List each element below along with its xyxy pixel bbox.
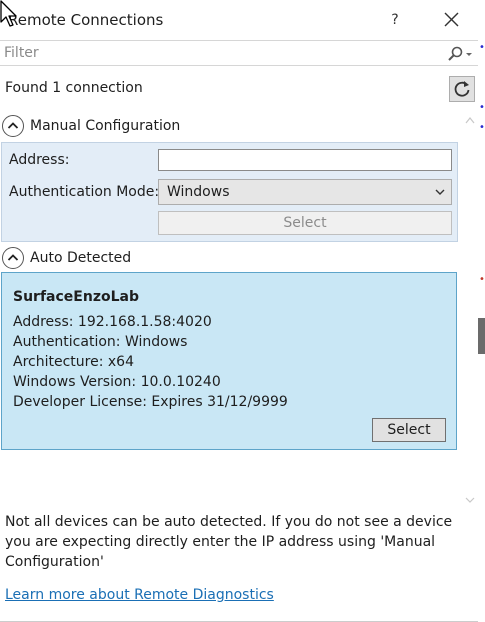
auto-detect-note: Not all devices can be auto detected. If… bbox=[5, 514, 453, 570]
learn-more-link[interactable]: Learn more about Remote Diagnostics bbox=[5, 587, 274, 603]
manual-config-panel: Address: Authentication Mode: Windows Se… bbox=[1, 142, 458, 242]
filter-input[interactable] bbox=[4, 43, 424, 63]
refresh-button[interactable] bbox=[449, 76, 475, 102]
manual-select-button[interactable]: Select bbox=[158, 211, 452, 235]
device-select-button[interactable]: Select bbox=[372, 418, 446, 442]
device-windows-version: Windows Version: 10.0.10240 bbox=[13, 374, 221, 390]
device-developer-license: Developer License: Expires 31/12/9999 bbox=[13, 394, 288, 410]
auth-mode-dropdown[interactable]: Windows bbox=[158, 179, 452, 205]
detected-device-card[interactable]: SurfaceEnzoLab Address: 192.168.1.58:402… bbox=[1, 272, 457, 450]
background-fragment: • bbox=[479, 42, 485, 53]
auth-mode-label: Authentication Mode: bbox=[9, 184, 160, 200]
connection-count: Found 1 connection bbox=[5, 80, 143, 96]
auto-detected-header[interactable]: Auto Detected bbox=[2, 246, 131, 270]
filter-bar bbox=[0, 40, 478, 66]
mouse-cursor-icon bbox=[0, 0, 17, 27]
background-fragment: • bbox=[479, 122, 485, 133]
manual-config-header[interactable]: Manual Configuration bbox=[2, 114, 180, 138]
scroll-up-icon[interactable] bbox=[465, 116, 475, 124]
dropdown-caret-icon bbox=[435, 189, 445, 195]
device-architecture: Architecture: x64 bbox=[13, 354, 134, 370]
background-fragment: • bbox=[479, 274, 485, 285]
close-icon bbox=[444, 12, 459, 27]
address-label: Address: bbox=[9, 152, 70, 168]
search-icon bbox=[448, 46, 472, 61]
device-address: Address: 192.168.1.58:4020 bbox=[13, 314, 212, 330]
scroll-down-icon[interactable] bbox=[465, 496, 475, 504]
manual-config-label: Manual Configuration bbox=[30, 118, 181, 134]
background-fragment: • bbox=[479, 102, 485, 113]
help-button[interactable]: ? bbox=[384, 6, 406, 34]
auto-detected-label: Auto Detected bbox=[30, 250, 132, 266]
refresh-icon bbox=[454, 81, 470, 97]
close-button[interactable] bbox=[436, 6, 466, 34]
window-title: Remote Connections bbox=[8, 11, 164, 29]
collapse-chevron-icon bbox=[2, 247, 24, 269]
collapse-chevron-icon bbox=[2, 115, 24, 137]
auth-mode-value: Windows bbox=[167, 184, 230, 200]
search-button[interactable] bbox=[446, 45, 474, 63]
device-authentication: Authentication: Windows bbox=[13, 334, 188, 350]
device-name: SurfaceEnzoLab bbox=[13, 289, 139, 305]
address-input[interactable] bbox=[158, 149, 452, 171]
background-scroll-thumb bbox=[478, 318, 485, 354]
title-bar: Remote Connections ? bbox=[0, 0, 478, 40]
background-window-edge: • • • • bbox=[478, 0, 485, 622]
remote-connections-dialog: Remote Connections ? Found 1 connection bbox=[0, 0, 485, 622]
